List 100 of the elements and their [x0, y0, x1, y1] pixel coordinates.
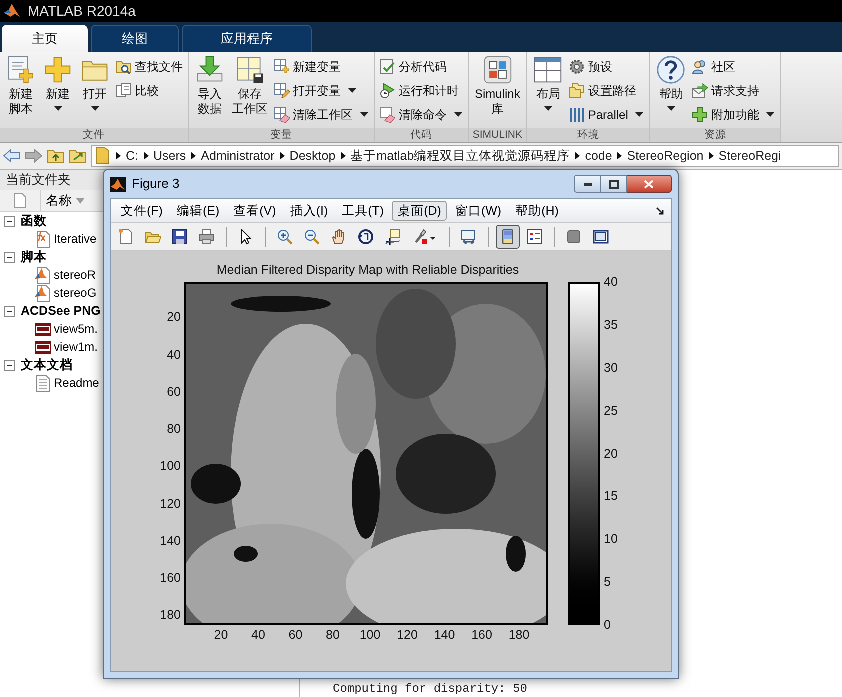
- back-arrow-icon[interactable]: [3, 149, 21, 163]
- y-tick-label: 80: [167, 422, 181, 436]
- window-title: MATLAB R2014a: [28, 2, 136, 20]
- grid-eraser-icon: [274, 106, 290, 122]
- window-frame-icon: [593, 228, 609, 244]
- ribbon-tab[interactable]: 应用程序: [182, 25, 312, 52]
- menu-item[interactable]: 编辑(E): [170, 200, 226, 220]
- file-item[interactable]: stereoR: [0, 266, 96, 284]
- breadcrumb-arrow-icon[interactable]: [617, 152, 622, 160]
- breadcrumb-arrow-icon[interactable]: [116, 152, 121, 160]
- ribbon-tab[interactable]: 绘图: [91, 25, 179, 52]
- y-tick-label: 160: [160, 571, 181, 585]
- toolstrip-button[interactable]: 社区: [690, 56, 778, 77]
- y-tick-label: 20: [167, 310, 181, 324]
- name-column-header[interactable]: 名称: [46, 190, 72, 210]
- toolstrip-button[interactable]: Parallel: [567, 104, 646, 125]
- x-tick-label: 160: [470, 627, 494, 643]
- menu-item[interactable]: 帮助(H): [510, 200, 565, 220]
- toolstrip-button[interactable]: 新建 脚本: [3, 55, 39, 127]
- document-check-icon: [380, 58, 396, 74]
- breadcrumb-segment[interactable]: Desktop: [290, 146, 336, 166]
- group-header[interactable]: 文本文档: [0, 356, 73, 374]
- toolbar-button[interactable]: [496, 224, 520, 248]
- ribbon-tab[interactable]: 主页: [2, 25, 88, 52]
- maximize-button[interactable]: [601, 175, 627, 193]
- file-item[interactable]: stereoG: [0, 284, 97, 302]
- group-header[interactable]: ACDSee PNG: [0, 302, 101, 320]
- y-tick-label: 180: [160, 608, 181, 622]
- toolstrip-button[interactable]: 设置路径: [567, 80, 646, 101]
- section-title: 代码: [375, 128, 468, 142]
- breadcrumb-arrow-icon[interactable]: [144, 152, 148, 160]
- toolstrip-button[interactable]: 查找文件: [114, 56, 185, 77]
- file-item[interactable]: view1m.: [0, 338, 98, 356]
- colorbar-tick-label: 30: [604, 360, 618, 375]
- file-item[interactable]: view5m.: [0, 320, 98, 338]
- toolstrip-button[interactable]: 清除工作区: [272, 104, 371, 125]
- breadcrumb-arrow-icon[interactable]: [708, 152, 714, 160]
- toolstrip-button[interactable]: 预设: [567, 56, 646, 77]
- collapse-icon[interactable]: [4, 360, 15, 370]
- breadcrumb-segment[interactable]: StereoRegi: [718, 146, 782, 166]
- toolstrip-button[interactable]: Simulink 库: [472, 55, 524, 127]
- group-header[interactable]: 函数: [0, 212, 47, 230]
- layout-grid-icon: [533, 55, 564, 85]
- matlab-logo-icon: [4, 4, 20, 18]
- toolstrip-button[interactable]: 分析代码: [378, 56, 465, 77]
- caret-icon: [635, 112, 644, 117]
- x-tick-label: 20: [213, 627, 230, 643]
- toolstrip-button[interactable]: 保存 工作区: [229, 55, 271, 127]
- toolstrip-button[interactable]: 打开变量: [272, 80, 371, 101]
- toolstrip-button[interactable]: 新建: [40, 55, 76, 127]
- x-tick-label: 100: [358, 627, 382, 643]
- file-item[interactable]: Iterative: [0, 230, 97, 248]
- breadcrumb-arrow-icon[interactable]: [280, 152, 285, 160]
- forward-arrow-icon[interactable]: [25, 149, 43, 163]
- file-item[interactable]: Readme: [0, 374, 100, 392]
- breadcrumb-arrow-icon[interactable]: [575, 152, 580, 160]
- menu-item[interactable]: 窗口(W): [449, 200, 508, 220]
- breadcrumb-arrow-icon[interactable]: [340, 152, 346, 160]
- zoom-out-icon: [304, 228, 320, 244]
- script-file-icon: [34, 266, 52, 284]
- toolstrip-button[interactable]: 导入 数据: [192, 55, 228, 127]
- breadcrumb-segment[interactable]: 基于matlab编程双目立体视觉源码程序: [350, 146, 570, 166]
- envelope-arrow-icon: [692, 82, 708, 98]
- breadcrumb-arrow-icon[interactable]: [191, 152, 196, 160]
- breadcrumb-segment[interactable]: Administrator: [201, 146, 275, 166]
- menu-item[interactable]: 工具(T): [336, 200, 390, 220]
- breadcrumb-segment[interactable]: StereoRegion: [627, 146, 704, 166]
- breadcrumb-segment[interactable]: code: [585, 146, 612, 166]
- collapse-icon[interactable]: [4, 216, 15, 226]
- up-folder-icon[interactable]: [47, 148, 65, 164]
- caret-icon: [360, 112, 369, 117]
- breadcrumb-segment[interactable]: Users: [154, 146, 186, 166]
- collapse-icon[interactable]: [4, 252, 15, 262]
- collapse-icon[interactable]: [4, 306, 15, 316]
- colorbar-icon: [500, 228, 516, 244]
- toolstrip-button[interactable]: 打开: [77, 55, 113, 127]
- toolstrip-button[interactable]: 清除命令: [378, 104, 465, 125]
- menu-item[interactable]: 文件(F): [115, 200, 169, 220]
- folder-icon: [96, 147, 110, 165]
- minimize-button[interactable]: [574, 175, 601, 193]
- toolstrip-button[interactable]: 帮助: [653, 55, 690, 127]
- group-header[interactable]: 脚本: [0, 248, 47, 266]
- breadcrumb-segment[interactable]: C:: [126, 146, 138, 166]
- close-button[interactable]: [627, 175, 672, 193]
- toolstrip-button[interactable]: 附加功能: [690, 104, 778, 125]
- dock-arrow-icon[interactable]: [656, 206, 664, 214]
- x-tick-label: 60: [288, 627, 304, 643]
- plus-icon: [692, 106, 708, 122]
- toolstrip-button[interactable]: 运行和计时: [378, 80, 465, 101]
- toolstrip-button[interactable]: 新建变量: [272, 56, 371, 77]
- toolstrip-button[interactable]: 布局: [530, 55, 566, 127]
- caret-icon: [90, 106, 100, 111]
- toolstrip-button[interactable]: 请求支持: [690, 80, 778, 101]
- menu-item[interactable]: 插入(I): [284, 200, 334, 220]
- brush-icon: [412, 228, 438, 244]
- menu-item[interactable]: 查看(V): [228, 200, 282, 220]
- toolstrip-button[interactable]: 比较: [114, 80, 185, 101]
- menu-item[interactable]: 桌面(D): [392, 200, 448, 220]
- path-field[interactable]: C: Users Administrator Desktop 基于matlab编程双目立体视觉源码程序 code StereoRegion StereoRegi: [91, 145, 839, 167]
- browse-folder-icon[interactable]: [69, 148, 87, 164]
